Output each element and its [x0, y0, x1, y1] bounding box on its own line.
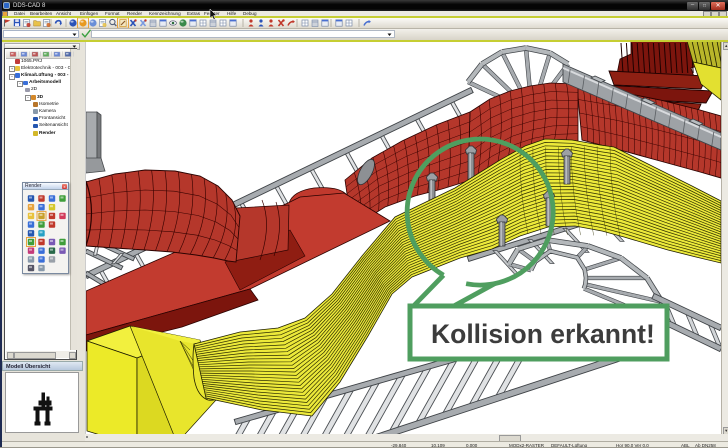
svg-text:Kollision erkannt!: Kollision erkannt!	[431, 319, 655, 349]
